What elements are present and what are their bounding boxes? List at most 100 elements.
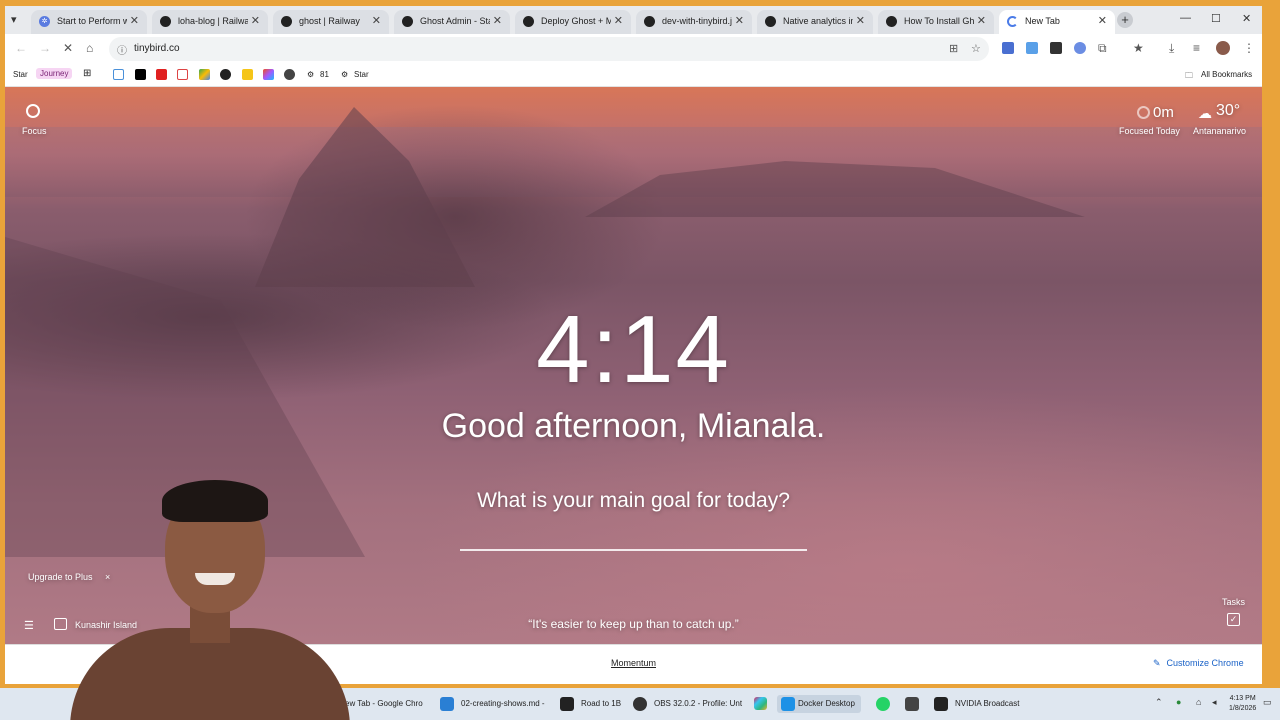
bookmark-icon[interactable] xyxy=(242,69,253,80)
stop-icon[interactable]: ✕ xyxy=(63,41,73,55)
bookmark-count[interactable]: 81 xyxy=(320,70,329,79)
tab-1[interactable]: ✲ Start to Perform with ✕ xyxy=(31,10,147,34)
taskbar-item-notion[interactable]: Road to 1B xyxy=(560,695,621,713)
taskbar-label: OBS 32.0.2 - Profile: Unt xyxy=(654,699,743,708)
close-icon[interactable]: ✕ xyxy=(493,14,502,27)
close-icon[interactable]: ✕ xyxy=(1098,14,1107,27)
gear-icon: ⚙ xyxy=(341,70,349,79)
notion-extension-icon[interactable] xyxy=(1050,42,1062,54)
taskbar-clock[interactable]: 4:13 PM 1/8/2026 xyxy=(1229,694,1256,714)
download-icon[interactable]: ⤓ xyxy=(1169,41,1174,56)
toolbar: ← → ✕ ⌂ ⓘ tinybird.co ⊞ ☆ ⧉ ★ ⤓ ≡ ⋮ xyxy=(5,34,1262,64)
ghost-icon xyxy=(765,16,776,27)
tab-title: dev-with-tinybird.js xyxy=(662,16,732,26)
tab-title: Start to Perform with xyxy=(57,16,127,26)
site-info-icon[interactable]: ⓘ xyxy=(117,42,127,57)
figma-icon[interactable] xyxy=(263,69,274,80)
close-icon[interactable]: ✕ xyxy=(856,14,865,27)
tab-strip: ▾ ✲ Start to Perform with ✕ loha-blog | … xyxy=(5,6,1262,34)
close-icon[interactable]: ✕ xyxy=(372,14,381,27)
docker-icon xyxy=(781,697,795,711)
tab-5[interactable]: Deploy Ghost + MyS ✕ xyxy=(515,10,631,34)
bookmark-star[interactable]: Star xyxy=(13,70,28,79)
weather-location: Antananarivo xyxy=(1193,126,1247,136)
whatsapp-icon[interactable] xyxy=(876,697,890,711)
minimize-icon[interactable]: — xyxy=(1180,12,1191,24)
notification-icon[interactable]: ▭ xyxy=(1263,697,1272,708)
focus-icon[interactable] xyxy=(26,104,40,118)
taskbar-date: 1/8/2026 xyxy=(1229,705,1257,712)
tab-new-tab[interactable]: New Tab ✕ xyxy=(999,10,1115,34)
taskbar-item-obs[interactable]: OBS 32.0.2 - Profile: Unt xyxy=(633,695,742,713)
wifi-icon[interactable]: ⌂ xyxy=(1196,697,1201,707)
install-icon[interactable]: ⊞ xyxy=(949,42,958,55)
tasks-label[interactable]: Tasks xyxy=(1222,597,1245,607)
focus-label[interactable]: Focus xyxy=(22,126,47,136)
youtube-icon[interactable] xyxy=(156,69,167,80)
taskbar-item-chrome[interactable]: ew Tab - Google Chro xyxy=(343,695,423,713)
goal-input[interactable] xyxy=(460,549,807,551)
taskbar-time: 4:13 PM xyxy=(1229,695,1256,702)
taskbar-item-vscode[interactable]: 02-creating-shows.md - xyxy=(440,695,545,713)
close-icon[interactable]: ✕ xyxy=(251,14,260,27)
bookmark-star-2[interactable]: Star xyxy=(354,70,369,79)
apps-grid-icon[interactable]: ⊞ xyxy=(83,68,91,79)
address-bar[interactable]: ⓘ tinybird.co ⊞ ☆ xyxy=(109,37,989,61)
chevron-up-icon[interactable]: ⌃ xyxy=(1155,697,1163,708)
mic-icon[interactable]: ● xyxy=(1176,697,1181,707)
github-icon[interactable] xyxy=(220,69,231,80)
tab-title: ghost | Railway xyxy=(299,16,360,26)
extension-icon[interactable] xyxy=(1002,42,1014,54)
obs-icon xyxy=(633,697,647,711)
home-icon[interactable]: ⌂ xyxy=(86,41,93,55)
tab-3[interactable]: ghost | Railway ✕ xyxy=(273,10,389,34)
taskbar-item-nvidia[interactable]: NVIDIA Broadcast xyxy=(934,695,1019,713)
app-icon[interactable] xyxy=(905,697,919,711)
bookmarks-bar: Star Journey ⊞ ⚙ 81 ⚙ Star 🗀 All Bookmar… xyxy=(5,64,1262,87)
checkbox-icon[interactable]: ✓ xyxy=(1227,613,1240,626)
close-icon[interactable]: ✕ xyxy=(735,14,744,27)
slack-icon[interactable] xyxy=(754,697,767,710)
taskbar-label: Docker Desktop xyxy=(798,699,855,708)
avatar[interactable] xyxy=(1216,41,1230,55)
tab-7[interactable]: Native analytics in G ✕ xyxy=(757,10,873,34)
customize-chrome-button[interactable]: ✎ Customize Chrome xyxy=(1153,658,1244,669)
close-icon[interactable]: ✕ xyxy=(977,14,986,27)
background-photo xyxy=(5,127,1262,197)
focused-today-value[interactable]: 0m xyxy=(1153,104,1174,121)
close-icon[interactable]: ✕ xyxy=(130,14,139,27)
clock: 4:14 xyxy=(536,296,731,403)
tab-2[interactable]: loha-blog | Railway ✕ xyxy=(152,10,268,34)
star-icon[interactable]: ★ xyxy=(1133,41,1144,55)
bookmark-icon[interactable] xyxy=(113,69,124,80)
bot-icon[interactable] xyxy=(284,69,295,80)
x-icon[interactable] xyxy=(135,69,146,80)
gmail-icon[interactable] xyxy=(177,69,188,80)
speaker-icon[interactable]: ◂ xyxy=(1212,697,1217,708)
back-icon[interactable]: ← xyxy=(15,41,27,55)
tab-search-icon[interactable]: ▾ xyxy=(11,13,17,26)
extension-icon[interactable] xyxy=(1026,42,1038,54)
close-window-icon[interactable]: ✕ xyxy=(1242,12,1251,25)
drive-icon[interactable] xyxy=(199,69,210,80)
tab-4[interactable]: Ghost Admin - Start ✕ xyxy=(394,10,510,34)
bookmark-star-icon[interactable]: ☆ xyxy=(971,42,981,55)
maximize-icon[interactable]: ☐ xyxy=(1211,12,1221,25)
railway-icon xyxy=(281,16,292,27)
all-bookmarks[interactable]: All Bookmarks xyxy=(1201,70,1252,79)
menu-icon[interactable]: ⋮ xyxy=(1243,41,1255,55)
close-icon[interactable]: ✕ xyxy=(614,14,623,27)
extension-icon[interactable] xyxy=(1074,42,1086,54)
forward-icon[interactable]: → xyxy=(39,41,51,55)
media-icon[interactable]: ≡ xyxy=(1193,41,1200,55)
tab-6[interactable]: dev-with-tinybird.js ✕ xyxy=(636,10,752,34)
weather-temperature[interactable]: 30° xyxy=(1216,102,1240,120)
bookmark-journey[interactable]: Journey xyxy=(36,68,73,79)
github-icon xyxy=(644,16,655,27)
nvidia-icon xyxy=(934,697,948,711)
new-tab-button[interactable]: + xyxy=(1117,12,1133,28)
tab-title: Deploy Ghost + MyS xyxy=(541,16,611,26)
puzzle-icon[interactable]: ⧉ xyxy=(1098,41,1107,56)
taskbar-item-docker[interactable]: Docker Desktop xyxy=(777,695,861,713)
tab-8[interactable]: How To Install Ghost ✕ xyxy=(878,10,994,34)
